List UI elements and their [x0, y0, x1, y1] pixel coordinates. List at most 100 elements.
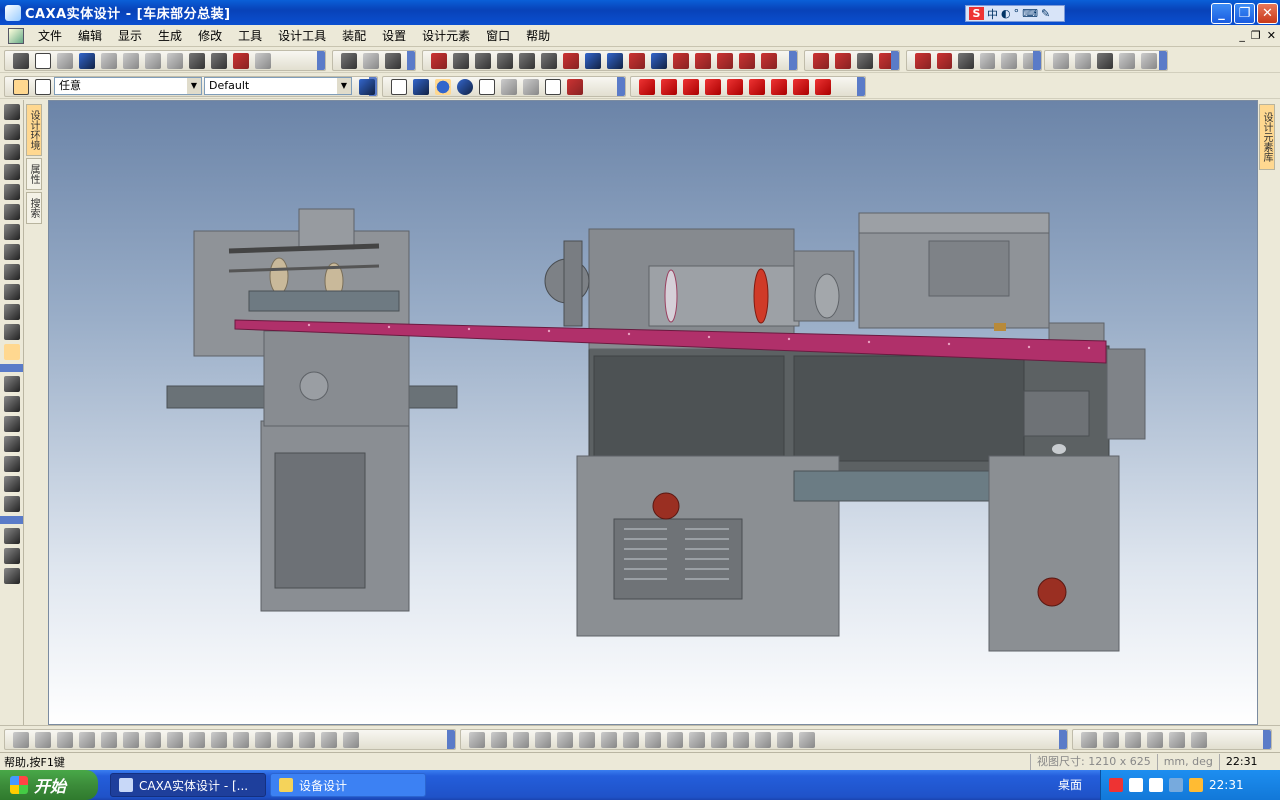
unfold-icon[interactable]: [1119, 52, 1135, 69]
left-view-icon[interactable]: [683, 78, 699, 95]
ime-toolbar[interactable]: S 中 ◐ ° ⌨ ✎: [965, 5, 1065, 22]
parallel-icon[interactable]: [343, 731, 359, 748]
menu-display[interactable]: 显示: [110, 27, 150, 44]
document-icon[interactable]: [8, 27, 24, 44]
camera-icon[interactable]: [189, 52, 205, 69]
vertical-icon[interactable]: [1103, 731, 1119, 748]
stamp-icon[interactable]: [799, 731, 815, 748]
ime-wrench-icon[interactable]: ✎: [1041, 7, 1050, 20]
design-element-icon[interactable]: [233, 52, 249, 69]
surface-icon[interactable]: [915, 52, 931, 69]
chamfer-icon[interactable]: [585, 52, 601, 69]
copy-icon[interactable]: [145, 52, 161, 69]
circle-icon[interactable]: [4, 476, 20, 492]
minimize-button[interactable]: _: [1211, 3, 1232, 24]
face-move-icon[interactable]: [717, 52, 733, 69]
hand-icon[interactable]: [4, 568, 20, 584]
selection-filter-dropdown[interactable]: 任意 ▼: [54, 77, 202, 95]
assembly-icon[interactable]: [813, 52, 829, 69]
menu-assembly[interactable]: 装配: [334, 27, 374, 44]
chamfer-sketch-icon[interactable]: [755, 731, 771, 748]
extrude-icon[interactable]: [431, 52, 447, 69]
dimension-icon[interactable]: [4, 496, 20, 512]
right-view-icon[interactable]: [705, 78, 721, 95]
menu-modify[interactable]: 修改: [190, 27, 230, 44]
design-viewport[interactable]: [48, 100, 1258, 725]
wireframe-icon[interactable]: [391, 78, 407, 95]
offset-icon[interactable]: [979, 52, 995, 69]
sheet-icon[interactable]: [1053, 52, 1069, 69]
curve-tool-icon[interactable]: [4, 436, 20, 452]
hexagon-icon[interactable]: [601, 731, 617, 748]
rotate-icon[interactable]: [4, 124, 20, 140]
front-view-icon[interactable]: [639, 78, 655, 95]
polygon-icon[interactable]: [4, 416, 20, 432]
point-icon[interactable]: [513, 731, 529, 748]
pattern-icon[interactable]: [673, 52, 689, 69]
render-style-dropdown[interactable]: Default ▼: [204, 77, 352, 95]
constraint-icon[interactable]: [857, 52, 873, 69]
extend-icon[interactable]: [1022, 52, 1038, 69]
constraint-sketch-icon[interactable]: [255, 731, 271, 748]
node-icon[interactable]: [535, 731, 551, 748]
back-view-icon[interactable]: [661, 78, 677, 95]
paint-brush-icon[interactable]: [4, 548, 20, 564]
bend-icon[interactable]: [1075, 52, 1091, 69]
sweep-icon[interactable]: [475, 52, 491, 69]
arc-icon[interactable]: [4, 456, 20, 472]
mirror-sketch-icon[interactable]: [777, 731, 793, 748]
hierarchy-icon[interactable]: [359, 79, 375, 95]
zoom-window-icon[interactable]: [4, 204, 20, 220]
spline-icon[interactable]: [711, 731, 727, 748]
rectangle-icon[interactable]: [4, 396, 20, 412]
realistic-icon[interactable]: [457, 78, 473, 95]
open-icon[interactable]: [57, 52, 73, 69]
tray-clock[interactable]: 22:31: [1209, 778, 1244, 792]
dropdown-arrow-icon[interactable]: ▼: [337, 78, 351, 94]
offset-sketch-icon[interactable]: [101, 731, 117, 748]
fillet-sketch-icon[interactable]: [733, 731, 749, 748]
top-view-icon[interactable]: [727, 78, 743, 95]
new-drawing-icon[interactable]: [35, 52, 51, 69]
mate-icon[interactable]: [879, 52, 895, 69]
ime-moon-icon[interactable]: ◐: [1001, 7, 1011, 20]
save-icon[interactable]: [79, 52, 95, 69]
loft-icon[interactable]: [497, 52, 513, 69]
menu-design-elements[interactable]: 设计元素: [414, 27, 478, 44]
target-icon[interactable]: [4, 244, 20, 260]
network-tray-icon[interactable]: [1149, 778, 1163, 792]
menu-design-tools[interactable]: 设计工具: [270, 27, 334, 44]
camera-look-icon[interactable]: [4, 344, 20, 360]
delete-sketch-icon[interactable]: [189, 731, 205, 748]
camera-dolly-icon[interactable]: [4, 324, 20, 340]
tab-design-environment[interactable]: 设计环境: [26, 104, 42, 156]
new-icon[interactable]: [13, 52, 29, 69]
circle-center-icon[interactable]: [623, 731, 639, 748]
equal-icon[interactable]: [1169, 731, 1185, 748]
paste-icon[interactable]: [167, 52, 183, 69]
tangent-icon[interactable]: [321, 731, 337, 748]
menu-window[interactable]: 窗口: [478, 27, 518, 44]
menu-file[interactable]: 文件: [30, 27, 70, 44]
polyline-icon[interactable]: [491, 731, 507, 748]
trimetric-view-icon[interactable]: [815, 78, 831, 95]
zoom-icon[interactable]: [385, 52, 401, 69]
undo-icon[interactable]: [101, 52, 117, 69]
mdi-minimize-icon[interactable]: _: [1239, 29, 1245, 42]
grid-icon[interactable]: [13, 731, 29, 748]
tab-properties[interactable]: 属性: [26, 158, 42, 190]
menu-tools[interactable]: 工具: [230, 27, 270, 44]
curve-edit-icon[interactable]: [123, 731, 139, 748]
menu-help[interactable]: 帮助: [518, 27, 558, 44]
fillet-icon[interactable]: [563, 52, 579, 69]
coincident-icon[interactable]: [1147, 731, 1163, 748]
pattern-sketch-icon[interactable]: [79, 731, 95, 748]
taskbar-item-folder[interactable]: 设备设计: [270, 773, 426, 797]
mdi-restore-icon[interactable]: ❐: [1251, 29, 1261, 42]
help-tray-icon[interactable]: [1129, 778, 1143, 792]
draft-icon[interactable]: [607, 52, 623, 69]
dynamic-zoom-icon[interactable]: [4, 224, 20, 240]
curve-icon[interactable]: [958, 52, 974, 69]
ime-mode-label[interactable]: 中: [987, 6, 998, 22]
patch-icon[interactable]: [936, 52, 952, 69]
